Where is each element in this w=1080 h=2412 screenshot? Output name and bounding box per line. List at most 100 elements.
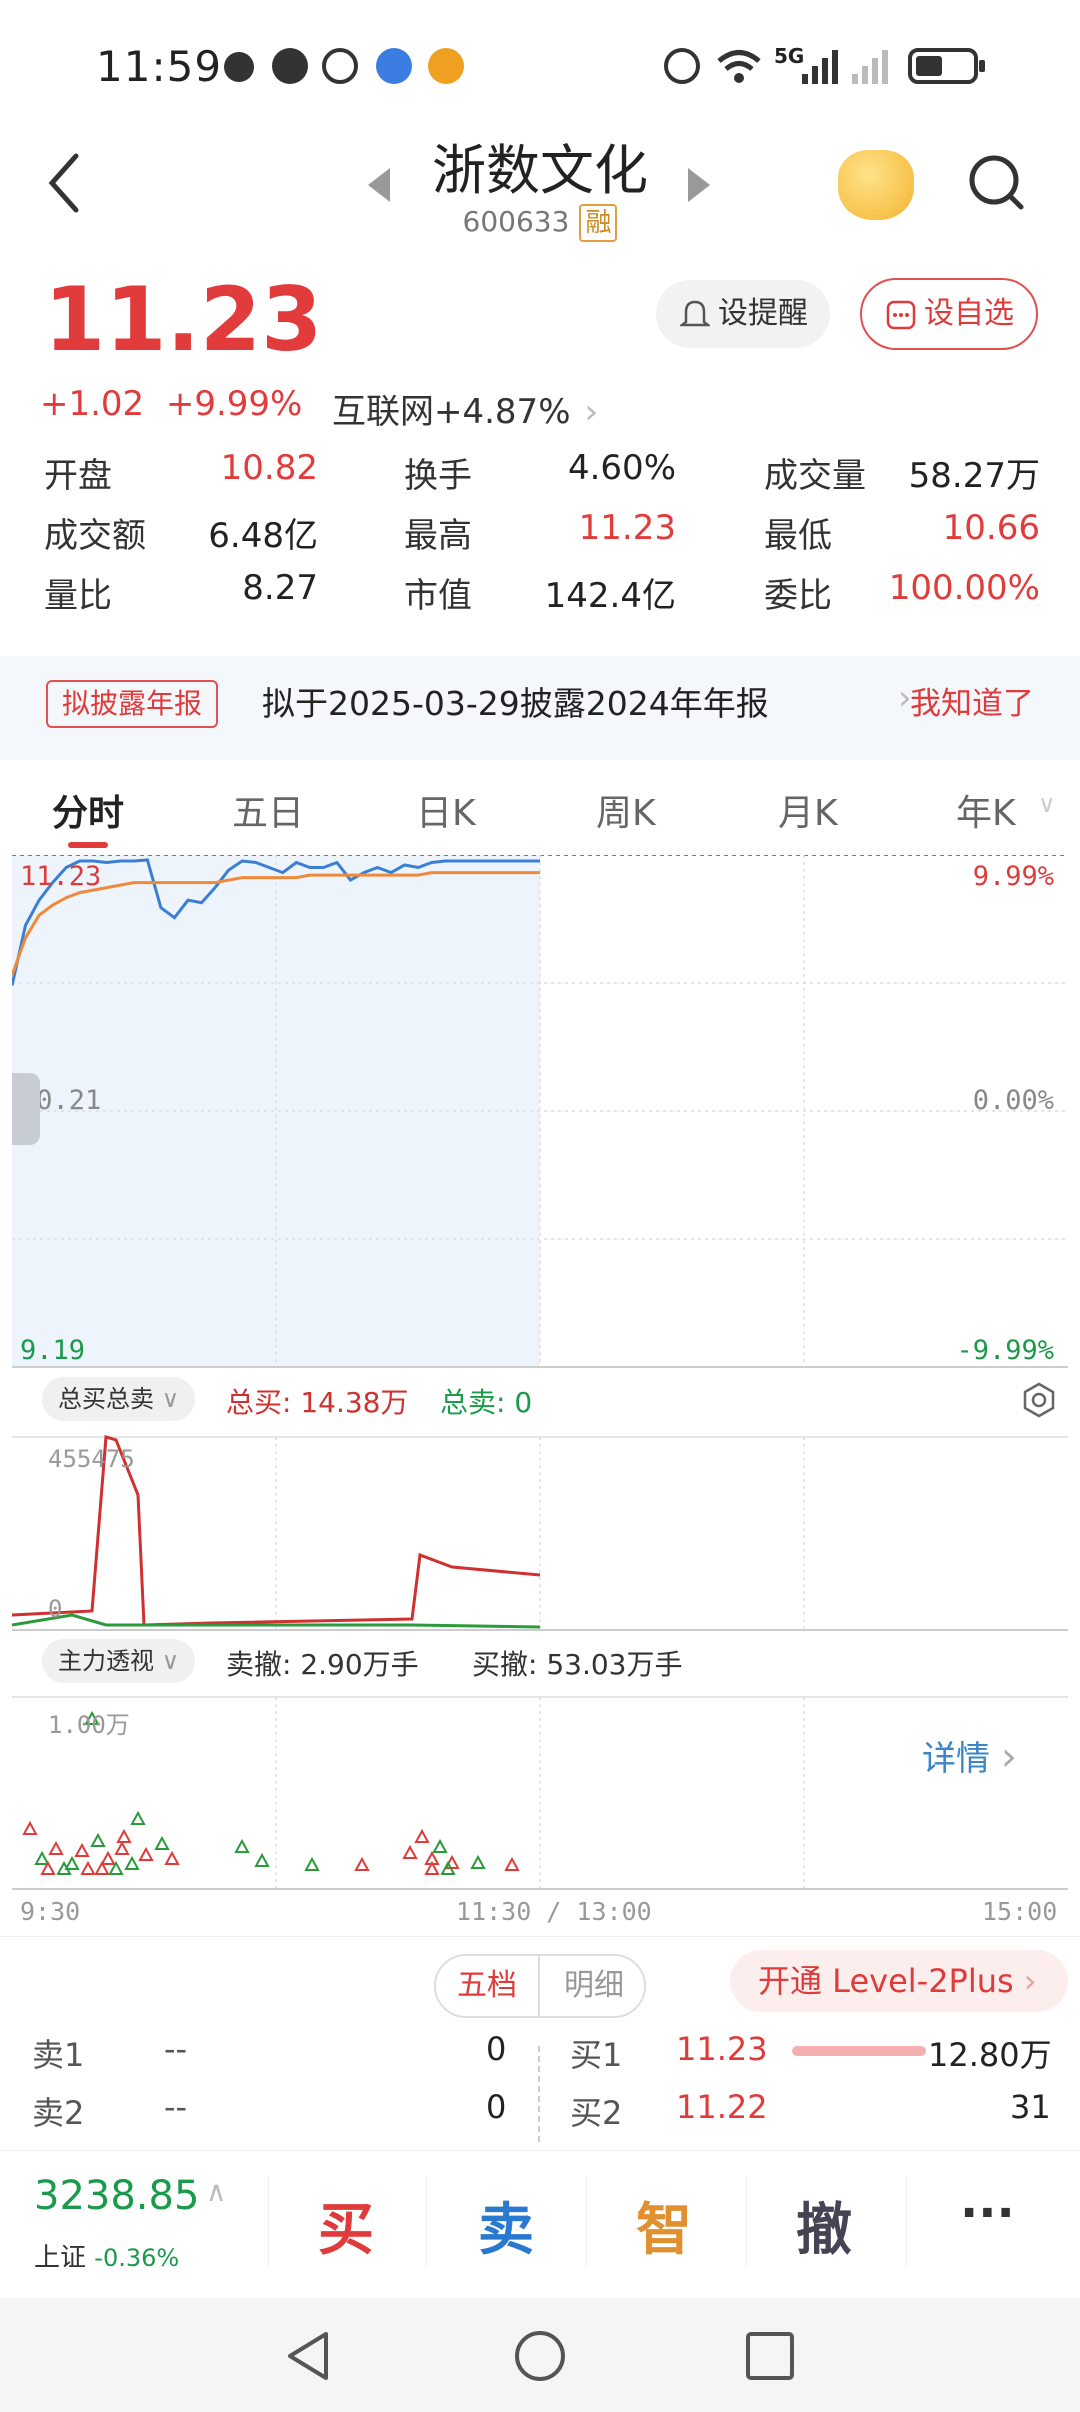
status-time: 11:59 <box>96 42 223 91</box>
stats-row: 成交额 6.48亿 最高 11.23 最低 10.66 <box>44 508 1044 568</box>
search-icon[interactable] <box>966 152 1026 212</box>
notice-dismiss-button[interactable]: 我知道了 <box>910 680 1034 728</box>
sell2-label: 卖2 <box>32 2094 85 2132</box>
next-stock-icon[interactable] <box>688 168 710 202</box>
tab-five-day[interactable]: 五日 <box>232 784 304 836</box>
stock-code: 600633 <box>462 205 570 238</box>
main-force-marker <box>414 1828 430 1843</box>
intraday-chart[interactable]: 11.23 10.21 9.19 9.99% 0.00% -9.99% 总买总卖… <box>12 855 1068 1935</box>
stock-code-line: 600633 融 <box>0 204 1080 242</box>
mascot-icon[interactable] <box>838 150 914 220</box>
settings-icon[interactable] <box>1020 1381 1058 1419</box>
tab-five-levels[interactable]: 五档 <box>436 1956 540 2016</box>
main-force-marker <box>432 1838 448 1853</box>
add-favorite-button[interactable]: 设自选 <box>860 278 1038 350</box>
main-force-marker <box>164 1850 180 1865</box>
stat-label: 成交额 <box>44 516 146 556</box>
main-force-marker <box>124 1855 140 1870</box>
main-force-marker <box>254 1852 270 1867</box>
index-name-line: 上证 -0.36% <box>34 2237 179 2274</box>
alarm-icon <box>664 48 700 84</box>
chevron-up-icon: ∧ <box>206 2175 227 2208</box>
status-bar: 11:59 5G <box>0 0 1080 130</box>
sub-indicator-selector-2[interactable]: 主力透视 ∨ <box>42 1639 196 1683</box>
chevron-right-icon: › <box>1000 1734 1017 1780</box>
time-start-label: 9:30 <box>20 1897 81 1926</box>
main-force-marker <box>402 1844 418 1859</box>
main-force-marker <box>22 1820 38 1835</box>
main-force-marker <box>304 1856 320 1871</box>
sector-label: 互联网+4.87% <box>332 392 571 432</box>
cancel-order-button[interactable]: 撤 <box>796 2185 852 2266</box>
more-button[interactable]: ··· <box>960 2185 1015 2241</box>
sell1-volume: 0 <box>486 2030 507 2068</box>
sector-link[interactable]: 互联网+4.87% › <box>332 384 598 433</box>
order-book: 五档 明细 开通 Level-2Plus › 卖1 -- 0 卖2 -- 0 买1… <box>0 1936 1080 2146</box>
stat-value: 8.27 <box>242 568 318 608</box>
tab-weekly-k[interactable]: 周K <box>596 784 656 836</box>
buy2-price: 11.22 <box>676 2088 768 2126</box>
chevron-right-icon: › <box>1023 1962 1037 2000</box>
report-notice-bar: 拟披露年报 拟于2025-03-29披露2024年年报 › 我知道了 <box>0 656 1080 760</box>
stat-value: 4.60% <box>567 448 676 488</box>
details-label: 详情 <box>922 1739 990 1779</box>
stock-name: 浙数文化 <box>432 139 648 202</box>
smart-button[interactable]: 智 <box>636 2185 692 2266</box>
stat-value: 10.82 <box>220 448 318 488</box>
buy2-label: 买2 <box>570 2094 623 2132</box>
stat-label: 开盘 <box>44 456 112 496</box>
tab-daily-k[interactable]: 日K <box>416 784 476 836</box>
active-tab-indicator <box>68 842 108 848</box>
tab-yearly-k[interactable]: 年K <box>956 784 1016 836</box>
main-force-marker <box>74 1842 90 1857</box>
sub-indicator-selector-1[interactable]: 总买总卖 ∨ <box>42 1377 196 1421</box>
main-force-marker <box>64 1855 80 1870</box>
price-change: +1.02 +9.99% <box>40 384 302 424</box>
message-icon <box>272 48 308 84</box>
tab-details[interactable]: 明细 <box>542 1956 644 2016</box>
total-sell-label: 总卖: 0 <box>440 1386 533 1419</box>
buy-button[interactable]: 买 <box>318 2185 374 2266</box>
index-name: 上证 <box>34 2243 87 2273</box>
stock-header: 浙数文化 600633 融 <box>0 120 1080 260</box>
sub1-zero-label: 0 <box>48 1595 63 1623</box>
favorite-icon <box>886 300 916 330</box>
main-force-marker <box>34 1850 50 1865</box>
stats-row: 开盘 10.82 换手 4.60% 成交量 58.27万 <box>44 448 1044 508</box>
sub1-selector-label: 总买总卖 <box>58 1385 154 1413</box>
pct-mid-label: 0.00% <box>972 1085 1054 1116</box>
sell-button[interactable]: 卖 <box>478 2185 534 2266</box>
system-nav-bar <box>0 2298 1080 2412</box>
stat-label: 最高 <box>404 516 472 556</box>
time-mid-label: 11:30 / 13:00 <box>456 1897 652 1926</box>
tab-intraday[interactable]: 分时 <box>52 784 124 836</box>
current-price: 11.23 <box>44 268 323 371</box>
set-alert-label: 设提醒 <box>718 296 808 331</box>
expand-handle[interactable] <box>12 1073 40 1145</box>
main-force-marker <box>48 1840 64 1855</box>
main-force-marker <box>154 1835 170 1850</box>
pct-top-label: 9.99% <box>972 861 1054 892</box>
buy1-volume: 12.80万 <box>928 2036 1052 2074</box>
total-buy-label: 总买: 14.38万 <box>226 1386 409 1419</box>
chevron-down-icon: ∨ <box>161 1385 180 1413</box>
set-alert-button[interactable]: 设提醒 <box>656 280 830 348</box>
stat-value: 10.66 <box>942 508 1040 548</box>
chevron-down-icon[interactable]: ∨ <box>1038 790 1056 818</box>
main-force-marker <box>504 1856 520 1871</box>
signal-2-icon <box>852 50 888 84</box>
nav-back-icon[interactable] <box>280 2328 336 2384</box>
sell1-label: 卖1 <box>32 2036 85 2074</box>
app-icon <box>322 48 358 84</box>
sell2-volume: 0 <box>486 2088 507 2126</box>
nav-home-icon[interactable] <box>512 2328 568 2384</box>
chart-tabs: 分时 五日 日K 周K 月K 年K ∨ <box>0 776 1080 856</box>
telegram-icon <box>224 52 254 82</box>
main-force-marker <box>116 1828 132 1843</box>
bottom-trade-bar: 3238.85 ∧ 上证 -0.36% 买 卖 智 撤 ··· <box>0 2150 1080 2296</box>
cancel-sell-label: 卖撤: 2.90万手 <box>226 1648 419 1681</box>
level2-upgrade-button[interactable]: 开通 Level-2Plus › <box>730 1950 1068 2012</box>
tab-monthly-k[interactable]: 月K <box>778 784 838 836</box>
details-link[interactable]: 详情 › <box>922 1731 1017 1780</box>
nav-recents-icon[interactable] <box>742 2328 798 2384</box>
